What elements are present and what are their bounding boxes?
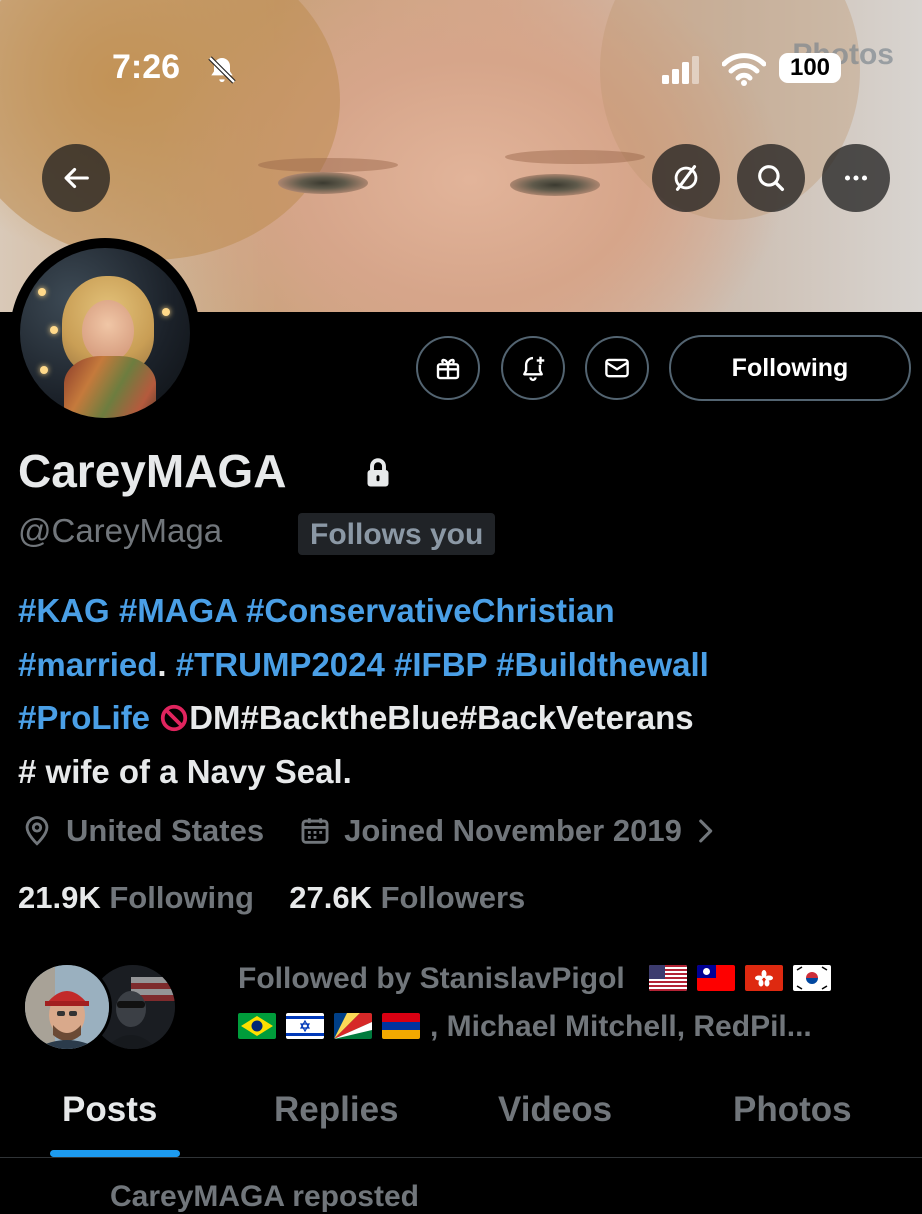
taiwan-flag-icon — [697, 965, 736, 991]
avatar-bg-light — [50, 326, 58, 334]
repost-header-peek: CareyMAGA reposted — [110, 1180, 419, 1213]
hashtag-link[interactable]: #married — [18, 646, 157, 683]
hashtag-link[interactable]: #BacktheBlue — [241, 699, 459, 736]
tab-posts[interactable]: Posts — [62, 1090, 157, 1130]
bell-plus-icon — [523, 356, 545, 382]
banner-eye-left — [278, 172, 368, 194]
tab-replies[interactable]: Replies — [274, 1090, 399, 1130]
profile-location: United States — [66, 813, 265, 848]
followed-by-prefix: Followed by StanislavPigol — [238, 962, 625, 995]
tab-photos[interactable]: Photos — [733, 1090, 852, 1130]
tab-videos[interactable]: Videos — [498, 1090, 612, 1130]
hashtag-link[interactable]: #Buildthewall — [496, 646, 709, 683]
hashtag-link[interactable]: #MAGA — [119, 592, 237, 629]
battery-indicator: 100 — [779, 53, 841, 83]
armenia-flag-icon — [382, 1013, 420, 1039]
avatar-scarf — [64, 356, 156, 418]
message-button[interactable] — [585, 336, 649, 400]
hashtag-link[interactable]: #ProLife — [18, 699, 150, 736]
followed-by-text[interactable]: Followed by StanislavPigol , Michael Mit… — [238, 955, 908, 1051]
avatar-face — [82, 300, 134, 362]
followers-count-label: Followers — [380, 880, 526, 915]
hashtag-link[interactable]: #IFBP — [394, 646, 487, 683]
slash-circle-icon — [674, 165, 698, 191]
avatar[interactable] — [10, 238, 200, 428]
profile-bio: #KAG #MAGA #ConservativeChristian #marri… — [18, 584, 918, 798]
notify-button[interactable] — [501, 336, 565, 400]
chevron-right-icon[interactable] — [688, 814, 722, 848]
location-pin-icon — [25, 816, 49, 846]
follow-counts: 21.9K Following 27.6K Followers — [18, 880, 525, 916]
hashtag-link[interactable]: #BackVeterans — [459, 699, 694, 736]
avatar-bg-light — [38, 288, 46, 296]
hong-kong-flag-icon — [745, 965, 784, 991]
arrow-left-icon — [64, 167, 89, 189]
profile-handle: @CareyMaga — [18, 512, 223, 549]
more-icon — [844, 175, 868, 181]
hashtag-link[interactable]: #KAG — [18, 592, 110, 629]
banner-brow-left — [258, 158, 398, 172]
south-korea-flag-icon — [793, 965, 832, 991]
israel-flag-icon — [286, 1013, 324, 1039]
more-button[interactable] — [822, 144, 890, 212]
bio-text: DM — [189, 699, 241, 736]
avatar-bg-light — [40, 366, 48, 374]
profile-joined-date[interactable]: Joined November 2019 — [344, 813, 682, 849]
seychelles-flag-icon — [334, 1013, 372, 1039]
wifi-icon — [722, 53, 766, 86]
tabs-divider — [0, 1157, 922, 1158]
followed-by-suffix: , Michael Mitchell, RedPil... — [430, 1010, 812, 1043]
following-button[interactable]: Following — [669, 335, 911, 401]
search-button[interactable] — [737, 144, 805, 212]
following-count-link[interactable]: 21.9K Following — [18, 880, 254, 915]
hashtag-link[interactable]: #TRUMP2024 — [176, 646, 385, 683]
lock-icon — [367, 458, 389, 487]
bio-line: #ProLife DM#BacktheBlue#BackVeterans — [18, 691, 918, 745]
hashtag-link[interactable]: #ConservativeChristian — [246, 592, 615, 629]
following-count: 21.9K — [18, 880, 101, 915]
cell-signal-icon — [662, 56, 699, 84]
profile-tabs: Posts Replies Videos Photos — [0, 1080, 922, 1158]
gift-icon — [436, 358, 460, 380]
envelope-icon — [605, 358, 629, 378]
grok-button[interactable] — [652, 144, 720, 212]
mutual-avatar — [22, 962, 112, 1052]
active-tab-indicator — [50, 1150, 180, 1157]
followers-count: 27.6K — [289, 880, 372, 915]
profile-meta-row: United States Joined November 2019 — [20, 810, 722, 852]
follows-you-badge: Follows you — [298, 513, 496, 555]
man-red-cap-avatar-image — [25, 965, 109, 1049]
bio-line: # wife of a Navy Seal. — [18, 752, 352, 790]
gift-button[interactable] — [416, 336, 480, 400]
banner-eye-right — [510, 174, 600, 196]
us-flag-icon — [649, 965, 688, 991]
followed-by-line: , Michael Mitchell, RedPil... — [238, 1003, 908, 1051]
mutual-follower-avatars[interactable] — [22, 962, 178, 1052]
brazil-flag-icon — [238, 1013, 276, 1039]
search-icon — [758, 165, 785, 192]
calendar-icon — [301, 818, 329, 844]
bio-line: #KAG #MAGA #ConservativeChristian — [18, 584, 918, 638]
status-bar: 7:26 100 — [0, 0, 922, 110]
followed-by-line: Followed by StanislavPigol — [238, 955, 908, 1003]
bio-line: #married. #TRUMP2024 #IFBP #Buildthewall — [18, 638, 918, 692]
following-count-label: Following — [109, 880, 254, 915]
display-name: CareyMAGA — [18, 445, 287, 497]
avatar-bg-light — [162, 308, 170, 316]
avatar-photo — [20, 248, 190, 418]
bio-text: . — [157, 645, 167, 683]
followers-count-link[interactable]: 27.6K Followers — [289, 880, 525, 915]
prohibited-icon — [161, 704, 188, 732]
back-button[interactable] — [42, 144, 110, 212]
banner-brow-right — [505, 150, 645, 164]
status-time: 7:26 — [112, 48, 181, 86]
bell-off-icon — [208, 56, 236, 84]
